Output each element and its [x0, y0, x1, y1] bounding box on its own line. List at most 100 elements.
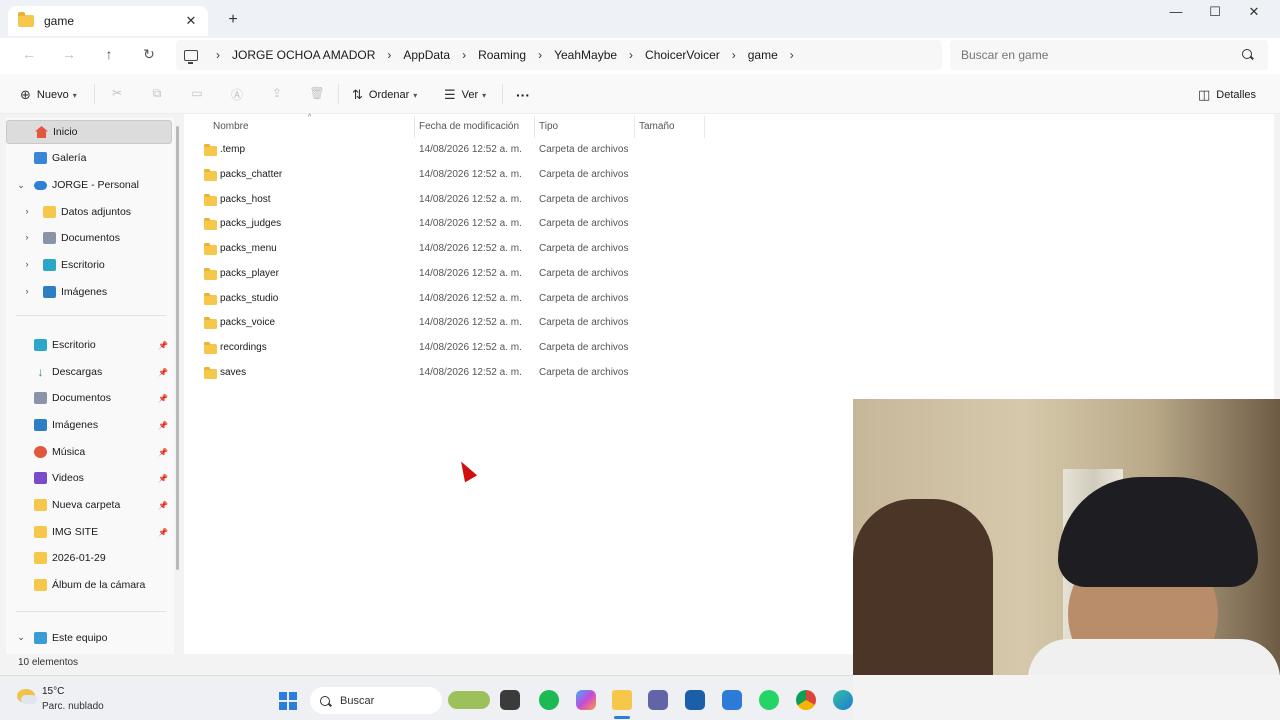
column-divider[interactable]	[534, 116, 535, 138]
column-divider[interactable]	[634, 116, 635, 138]
file-row-temp[interactable]: .temp 14/08/2026 12:52 a. m. Carpeta de …	[196, 140, 836, 162]
sidebar-item-album-camara[interactable]: Álbum de la cámara	[6, 573, 172, 597]
sidebar-item-musica[interactable]: Música 📌	[6, 440, 172, 464]
file-row-packs-menu[interactable]: packs_menu 14/08/2026 12:52 a. m. Carpet…	[196, 239, 836, 261]
taskbar-widget-icon[interactable]	[448, 691, 490, 709]
pin-icon[interactable]: 📌	[158, 501, 168, 510]
new-tab-button[interactable]: +	[226, 11, 240, 29]
column-header-type[interactable]: Tipo	[539, 118, 558, 136]
address-bar[interactable]: › JORGE OCHOA AMADOR › AppData › Roaming…	[176, 40, 942, 70]
share-icon[interactable]: ⇪	[268, 86, 286, 104]
refresh-button[interactable]: ↻	[138, 46, 160, 66]
pin-icon[interactable]: 📌	[158, 528, 168, 537]
chevron-right-icon[interactable]: ›	[538, 48, 542, 62]
sidebar-item-escritorio-onedrive[interactable]: Escritorio	[6, 253, 172, 277]
sort-button[interactable]: ⇅ Ordenar ▾	[352, 86, 417, 104]
sidebar-item-nueva-carpeta[interactable]: Nueva carpeta 📌	[6, 493, 172, 517]
spotify-icon[interactable]	[539, 690, 559, 710]
pin-icon[interactable]: 📌	[158, 394, 168, 403]
chevron-right-icon[interactable]: ›	[629, 48, 633, 62]
sidebar-item-este-equipo[interactable]: Este equipo	[6, 626, 172, 650]
outlook-icon[interactable]	[722, 690, 742, 710]
pin-icon[interactable]: 📌	[158, 421, 168, 430]
sidebar-item-descargas[interactable]: ↓ Descargas 📌	[6, 360, 172, 384]
sidebar-item-documentos[interactable]: Documentos 📌	[6, 386, 172, 410]
delete-icon[interactable]: 🗑	[308, 86, 326, 104]
forward-button[interactable]: →	[58, 46, 80, 66]
sidebar-item-2026-01-29[interactable]: 2026-01-29	[6, 546, 172, 570]
chevron-right-icon[interactable]: ›	[462, 48, 466, 62]
close-button[interactable]: ✕	[1234, 4, 1274, 24]
details-button[interactable]: ◫ Detalles	[1198, 86, 1256, 104]
breadcrumb-appdata[interactable]: AppData	[403, 48, 450, 62]
tab-close-icon[interactable]: ✕	[184, 13, 198, 29]
sidebar-item-videos[interactable]: Videos 📌	[6, 466, 172, 490]
chevron-right-icon[interactable]: ›	[216, 48, 220, 62]
copilot-icon[interactable]	[576, 690, 596, 710]
file-row-recordings[interactable]: recordings 14/08/2026 12:52 a. m. Carpet…	[196, 338, 836, 360]
cut-icon[interactable]: ✂	[108, 86, 126, 104]
windows-start-icon[interactable]	[279, 692, 297, 710]
taskbar-search[interactable]: Buscar	[310, 687, 442, 714]
up-button[interactable]: ↑	[98, 46, 120, 66]
file-row-packs-studio[interactable]: packs_studio 14/08/2026 12:52 a. m. Carp…	[196, 289, 836, 311]
chrome-icon[interactable]	[796, 690, 816, 710]
back-button[interactable]: ←	[18, 46, 40, 66]
breadcrumb-roaming[interactable]: Roaming	[478, 48, 526, 62]
sidebar-item-documentos-onedrive[interactable]: Documentos	[6, 226, 172, 250]
file-row-packs-judges[interactable]: packs_judges 14/08/2026 12:52 a. m. Carp…	[196, 214, 836, 236]
taskbar-terminal-icon[interactable]	[500, 690, 520, 710]
minimize-button[interactable]: —	[1156, 4, 1196, 24]
webcam-overlay	[853, 399, 1280, 675]
more-options-button[interactable]: ···	[516, 86, 530, 104]
chevron-right-icon[interactable]: ›	[790, 48, 794, 62]
whatsapp-icon[interactable]	[759, 690, 779, 710]
maximize-button[interactable]: ☐	[1195, 4, 1235, 24]
search-input[interactable]	[950, 40, 1268, 70]
tab-game[interactable]: game ✕	[8, 6, 208, 36]
store-icon[interactable]	[685, 690, 705, 710]
teams-icon[interactable]	[648, 690, 668, 710]
weather-cloud-sun-icon[interactable]	[17, 689, 37, 704]
tab-title: game	[44, 14, 75, 28]
sidebar-item-imagenes[interactable]: Imágenes 📌	[6, 413, 172, 437]
sidebar-item-home[interactable]: Inicio	[6, 120, 172, 144]
paste-icon[interactable]: ▭	[188, 86, 206, 104]
sidebar-item-img-site[interactable]: IMG SITE 📌	[6, 520, 172, 544]
pin-icon[interactable]: 📌	[158, 448, 168, 457]
edge-icon[interactable]	[833, 690, 853, 710]
column-divider[interactable]	[704, 116, 705, 138]
sidebar-scrollbar[interactable]	[176, 126, 179, 570]
new-button[interactable]: ⊕ Nuevo ▾	[20, 86, 77, 104]
chevron-right-icon[interactable]: ›	[387, 48, 391, 62]
file-row-saves[interactable]: saves 14/08/2026 12:52 a. m. Carpeta de …	[196, 363, 836, 385]
sidebar-item-imagenes-onedrive[interactable]: Imágenes	[6, 280, 172, 304]
sidebar-item-datos-adjuntos[interactable]: Datos adjuntos	[6, 200, 172, 224]
breadcrumb-yeahmaybe[interactable]: YeahMaybe	[554, 48, 617, 62]
column-header-name[interactable]: Nombre	[213, 118, 249, 136]
copy-icon[interactable]: ⧉	[148, 86, 166, 104]
chevron-right-icon[interactable]: ›	[732, 48, 736, 62]
sidebar-item-onedrive[interactable]: JORGE - Personal	[6, 173, 172, 197]
weather-temperature[interactable]: 15°C	[42, 686, 64, 697]
sidebar-item-gallery[interactable]: Galería	[6, 146, 172, 170]
view-button[interactable]: ☰ Ver ▾	[444, 86, 486, 104]
column-header-size[interactable]: Tamaño	[639, 118, 675, 136]
sidebar-item-escritorio[interactable]: Escritorio 📌	[6, 333, 172, 357]
file-explorer-icon[interactable]	[612, 690, 632, 710]
file-row-packs-voice[interactable]: packs_voice 14/08/2026 12:52 a. m. Carpe…	[196, 313, 836, 335]
breadcrumb-user[interactable]: JORGE OCHOA AMADOR	[232, 48, 375, 62]
file-row-packs-chatter[interactable]: packs_chatter 14/08/2026 12:52 a. m. Car…	[196, 165, 836, 187]
pin-icon[interactable]: 📌	[158, 341, 168, 350]
column-divider[interactable]	[414, 116, 415, 138]
file-row-packs-player[interactable]: packs_player 14/08/2026 12:52 a. m. Carp…	[196, 264, 836, 286]
weather-description[interactable]: Parc. nublado	[42, 701, 104, 712]
search-icon[interactable]	[1242, 49, 1252, 59]
breadcrumb-game[interactable]: game	[748, 48, 778, 62]
rename-icon[interactable]: Ⓐ	[228, 86, 246, 104]
pin-icon[interactable]: 📌	[158, 474, 168, 483]
file-row-packs-host[interactable]: packs_host 14/08/2026 12:52 a. m. Carpet…	[196, 190, 836, 212]
breadcrumb-choicervoicer[interactable]: ChoicerVoicer	[645, 48, 720, 62]
column-header-modified[interactable]: Fecha de modificación	[419, 118, 519, 136]
pin-icon[interactable]: 📌	[158, 368, 168, 377]
